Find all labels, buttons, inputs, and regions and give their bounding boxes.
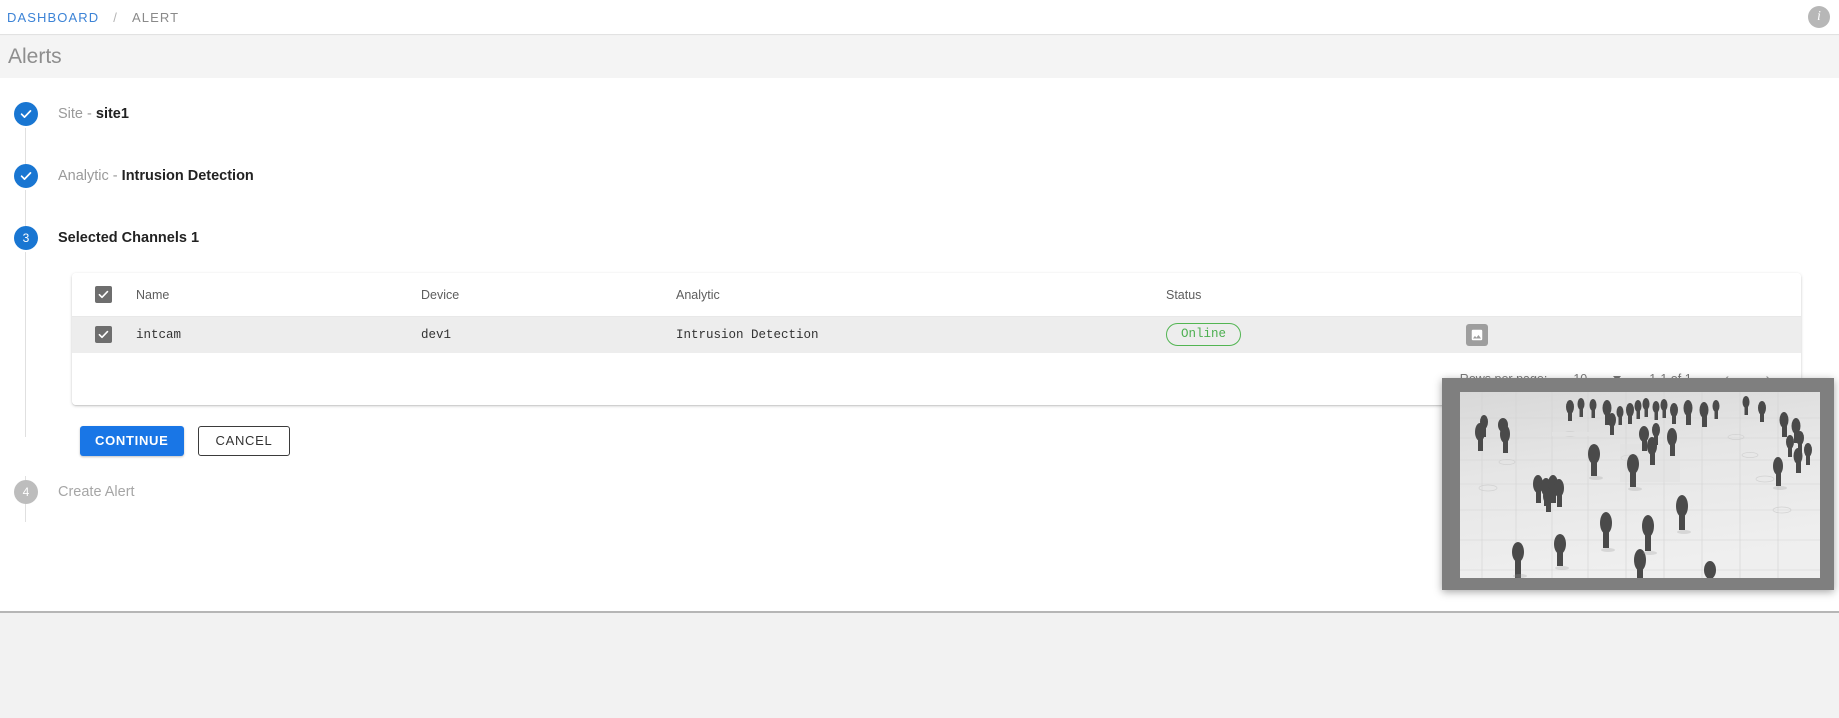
header-thumbnail bbox=[1466, 273, 1801, 317]
step-3-number: 3 bbox=[14, 226, 38, 250]
channels-table-head: Name Device Analytic Status bbox=[72, 273, 1801, 317]
header-status[interactable]: Status bbox=[1166, 273, 1466, 317]
info-icon[interactable]: i bbox=[1808, 6, 1830, 28]
step-site-value: site1 bbox=[95, 106, 129, 122]
row-analytic: Intrusion Detection bbox=[676, 316, 1166, 353]
step-site-label: Site - site1 bbox=[58, 106, 129, 122]
select-all-checkbox[interactable] bbox=[95, 286, 112, 303]
step-analytic[interactable]: Analytic - Intrusion Detection bbox=[0, 161, 1839, 191]
row-thumbnail-cell bbox=[1466, 316, 1801, 353]
row-name: intcam bbox=[136, 316, 421, 353]
channel-video-preview[interactable] bbox=[1460, 392, 1820, 578]
breadcrumb-alert[interactable]: ALERT bbox=[132, 10, 179, 25]
step-1-check-icon bbox=[14, 102, 38, 126]
channels-table: Name Device Analytic Status intcam dev1 … bbox=[72, 273, 1801, 353]
channels-table-body: intcam dev1 Intrusion Detection Online bbox=[72, 316, 1801, 353]
header-checkbox-cell bbox=[72, 273, 136, 317]
table-row[interactable]: intcam dev1 Intrusion Detection Online bbox=[72, 316, 1801, 353]
row-checkbox-cell bbox=[72, 316, 136, 353]
header-analytic[interactable]: Analytic bbox=[676, 273, 1166, 317]
video-frame-content bbox=[1460, 392, 1820, 578]
row-select-checkbox[interactable] bbox=[95, 326, 112, 344]
breadcrumb-dashboard[interactable]: DASHBOARD bbox=[0, 10, 99, 25]
step-4-number: 4 bbox=[14, 479, 38, 504]
step-site-head[interactable]: Site - site1 bbox=[0, 99, 1839, 129]
step-analytic-value: Intrusion Detection bbox=[121, 168, 254, 184]
step-site[interactable]: Site - site1 bbox=[0, 99, 1839, 129]
row-device: dev1 bbox=[421, 316, 676, 353]
breadcrumb-separator: / bbox=[113, 9, 118, 25]
row-status-cell: Online bbox=[1166, 316, 1466, 353]
page-title-strip: Alerts bbox=[0, 36, 1839, 78]
step-selected-channels-head[interactable]: 3 Selected Channels 1 bbox=[0, 223, 1839, 253]
step-selected-channels-label: Selected Channels 1 bbox=[58, 230, 200, 246]
cancel-button[interactable]: CANCEL bbox=[197, 425, 291, 456]
step-2-check-icon bbox=[14, 164, 38, 188]
step-analytic-head[interactable]: Analytic - Intrusion Detection bbox=[0, 161, 1839, 191]
table-header-row: Name Device Analytic Status bbox=[72, 273, 1801, 317]
step-create-alert-label: Create Alert bbox=[58, 483, 135, 500]
alerts-page: DASHBOARD / ALERT i Alerts Site - site1 bbox=[0, 0, 1839, 718]
step-analytic-label: Analytic - Intrusion Detection bbox=[58, 168, 254, 184]
info-icon-container: i bbox=[1808, 6, 1830, 28]
step-analytic-prefix: Analytic - bbox=[58, 168, 122, 184]
header-name[interactable]: Name bbox=[136, 273, 421, 317]
continue-button[interactable]: CONTINUE bbox=[80, 425, 184, 456]
image-icon[interactable] bbox=[1466, 323, 1488, 346]
step-site-prefix: Site - bbox=[58, 106, 96, 122]
channel-video-preview-panel[interactable] bbox=[1442, 378, 1834, 590]
status-badge: Online bbox=[1166, 323, 1242, 347]
page-title: Alerts bbox=[8, 45, 62, 68]
breadcrumb-bar: DASHBOARD / ALERT i bbox=[0, 0, 1839, 35]
header-device[interactable]: Device bbox=[421, 273, 676, 317]
